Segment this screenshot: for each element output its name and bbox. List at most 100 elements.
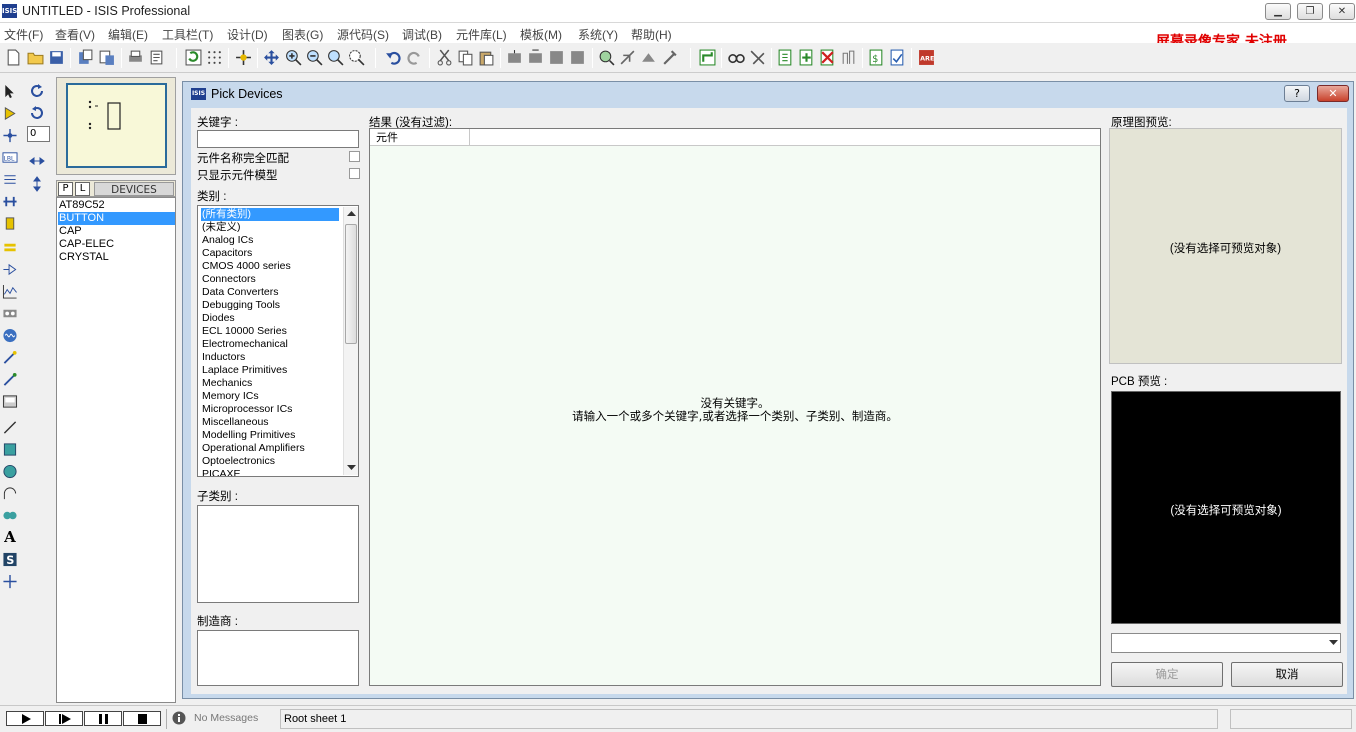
path-tool-icon[interactable] bbox=[2, 508, 18, 523]
wire-label-icon[interactable]: LBL bbox=[2, 150, 18, 165]
line-tool-icon[interactable] bbox=[2, 420, 18, 435]
pick-device-icon[interactable] bbox=[598, 49, 615, 66]
category-item[interactable]: Electromechanical bbox=[202, 338, 288, 351]
step-button[interactable] bbox=[45, 711, 83, 726]
results-column-device[interactable]: 元件 bbox=[370, 129, 470, 146]
category-item[interactable]: CMOS 4000 series bbox=[202, 260, 291, 273]
export-icon[interactable] bbox=[98, 49, 115, 66]
category-item[interactable]: Data Converters bbox=[202, 286, 278, 299]
undo-icon[interactable] bbox=[385, 49, 402, 66]
property-tool-icon[interactable] bbox=[749, 49, 766, 66]
category-item[interactable]: Operational Amplifiers bbox=[202, 442, 305, 455]
terminal-icon[interactable] bbox=[2, 240, 18, 255]
maximize-button[interactable]: ❐ bbox=[1297, 3, 1323, 20]
device-item-cap-elec[interactable]: CAP-ELEC bbox=[58, 238, 175, 251]
menu-file[interactable]: 文件(F) bbox=[4, 26, 43, 43]
match-whole-word-checkbox[interactable] bbox=[349, 151, 360, 162]
scroll-up-icon[interactable] bbox=[347, 210, 356, 216]
import-icon[interactable] bbox=[77, 49, 94, 66]
pan-icon[interactable] bbox=[263, 49, 280, 66]
library-manager-button[interactable]: L bbox=[75, 182, 90, 196]
category-item[interactable]: Laplace Primitives bbox=[202, 364, 287, 377]
category-scrollbar[interactable] bbox=[343, 207, 358, 475]
menu-template[interactable]: 模板(M) bbox=[520, 26, 562, 43]
category-item[interactable]: Inductors bbox=[202, 351, 245, 364]
origin-icon[interactable] bbox=[235, 49, 252, 66]
category-item[interactable]: (所有类别) bbox=[201, 208, 339, 221]
subcircuit-icon[interactable] bbox=[2, 216, 18, 231]
mirror-horizontal-icon[interactable] bbox=[29, 153, 45, 169]
zoom-area-icon[interactable] bbox=[348, 49, 365, 66]
manufacturer-list[interactable] bbox=[197, 630, 359, 686]
block-rotate-icon[interactable] bbox=[548, 49, 565, 66]
category-item[interactable]: Diodes bbox=[202, 312, 235, 325]
scroll-down-icon[interactable] bbox=[347, 465, 356, 471]
print-icon[interactable] bbox=[127, 49, 144, 66]
category-item[interactable]: Debugging Tools bbox=[202, 299, 280, 312]
category-item[interactable]: ECL 10000 Series bbox=[202, 325, 287, 338]
zoom-out-icon[interactable] bbox=[306, 49, 323, 66]
show-models-only-checkbox[interactable] bbox=[349, 168, 360, 179]
block-delete-icon[interactable] bbox=[569, 49, 586, 66]
copy-icon[interactable] bbox=[457, 49, 474, 66]
menu-design[interactable]: 设计(D) bbox=[227, 26, 268, 43]
mirror-vertical-icon[interactable] bbox=[29, 176, 45, 192]
new-sheet-icon[interactable] bbox=[777, 49, 794, 66]
exit-parent-icon[interactable] bbox=[840, 49, 857, 66]
zoom-in-icon[interactable] bbox=[285, 49, 302, 66]
generator-icon[interactable] bbox=[2, 328, 18, 343]
text-tool-icon[interactable]: A bbox=[2, 530, 18, 545]
box-tool-icon[interactable] bbox=[2, 442, 18, 457]
stop-button[interactable] bbox=[123, 711, 161, 726]
junction-dot-icon[interactable] bbox=[2, 128, 18, 143]
current-probe-icon[interactable] bbox=[2, 372, 18, 387]
package-dropdown[interactable] bbox=[1111, 633, 1341, 653]
messages-status[interactable]: No Messages bbox=[194, 712, 258, 724]
device-item-crystal[interactable]: CRYSTAL bbox=[58, 251, 175, 264]
menu-library[interactable]: 元件库(L) bbox=[456, 26, 507, 43]
new-file-icon[interactable] bbox=[5, 49, 22, 66]
category-item[interactable]: Miscellaneous bbox=[202, 416, 269, 429]
category-item[interactable]: Mechanics bbox=[202, 377, 252, 390]
menu-graph[interactable]: 图表(G) bbox=[282, 26, 323, 43]
refresh-icon[interactable] bbox=[185, 49, 202, 66]
graph-icon[interactable] bbox=[2, 284, 18, 299]
selection-mode-icon[interactable] bbox=[2, 84, 18, 99]
make-device-icon[interactable] bbox=[619, 49, 636, 66]
marker-tool-icon[interactable] bbox=[2, 574, 18, 589]
ares-netlist-icon[interactable]: ARES bbox=[918, 49, 935, 66]
close-button[interactable]: ✕ bbox=[1329, 3, 1355, 20]
bus-icon[interactable] bbox=[2, 194, 18, 209]
erc-report-icon[interactable] bbox=[889, 49, 906, 66]
cut-icon[interactable] bbox=[436, 49, 453, 66]
rotation-angle-input[interactable]: 0 bbox=[27, 126, 50, 142]
category-item[interactable]: (未定义) bbox=[202, 221, 241, 234]
save-icon[interactable] bbox=[48, 49, 65, 66]
tape-recorder-icon[interactable] bbox=[2, 306, 18, 321]
print-area-icon[interactable] bbox=[148, 49, 165, 66]
minimize-button[interactable]: ▁ bbox=[1265, 3, 1291, 20]
menu-toolbar[interactable]: 工具栏(T) bbox=[162, 26, 213, 43]
device-item-button[interactable]: BUTTON bbox=[58, 212, 175, 225]
overview-window[interactable] bbox=[56, 77, 176, 175]
play-button[interactable] bbox=[6, 711, 44, 726]
category-item[interactable]: Microprocessor ICs bbox=[202, 403, 292, 416]
category-item[interactable]: Modelling Primitives bbox=[202, 429, 295, 442]
category-list[interactable]: (所有类别) (未定义) Analog ICs Capacitors CMOS … bbox=[197, 205, 359, 477]
pick-device-button[interactable]: P bbox=[58, 182, 73, 196]
menu-debug[interactable]: 调试(B) bbox=[402, 26, 442, 43]
voltage-probe-icon[interactable] bbox=[2, 350, 18, 365]
category-item[interactable]: Analog ICs bbox=[202, 234, 253, 247]
decompose-icon[interactable] bbox=[661, 49, 678, 66]
arc-tool-icon[interactable] bbox=[2, 486, 18, 501]
bom-report-icon[interactable]: $ bbox=[868, 49, 885, 66]
menu-help[interactable]: 帮助(H) bbox=[631, 26, 672, 43]
menu-source[interactable]: 源代码(S) bbox=[337, 26, 389, 43]
category-item[interactable]: PICAXE bbox=[202, 468, 241, 476]
add-sheet-icon[interactable] bbox=[798, 49, 815, 66]
results-list[interactable]: 元件 没有关键字。 请输入一个或多个关键字,或者选择一个类别、子类别、制造商。 bbox=[369, 128, 1101, 686]
text-script-icon[interactable] bbox=[2, 172, 18, 187]
circle-tool-icon[interactable] bbox=[2, 464, 18, 479]
grid-icon[interactable] bbox=[206, 49, 223, 66]
category-item[interactable]: Capacitors bbox=[202, 247, 252, 260]
